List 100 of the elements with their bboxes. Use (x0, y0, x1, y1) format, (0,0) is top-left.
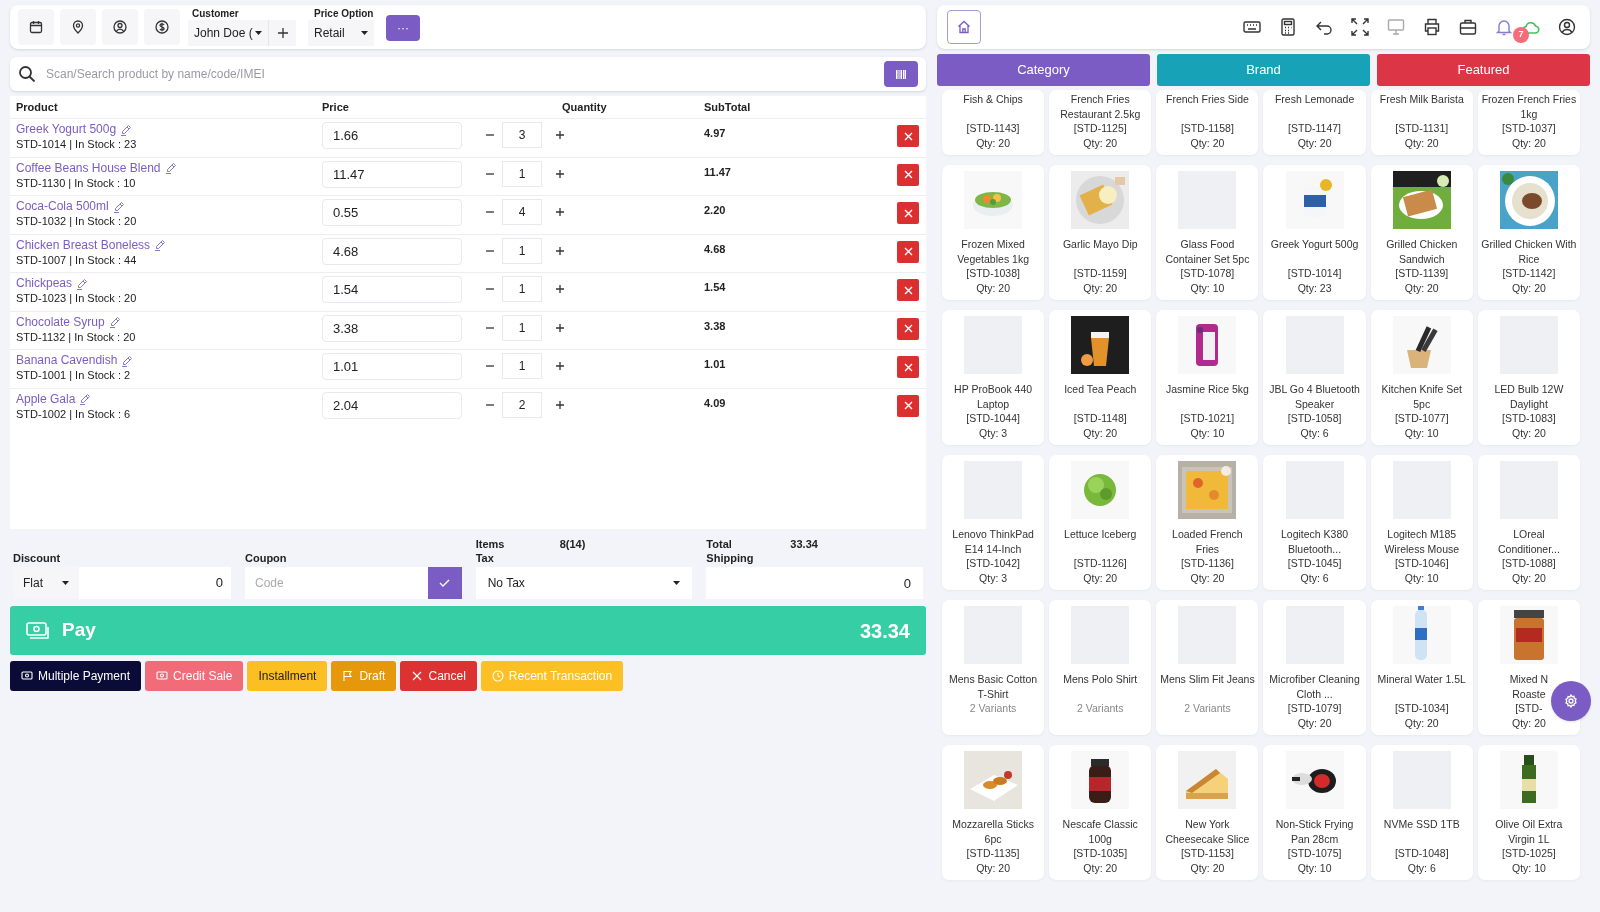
product-card[interactable]: Garlic Mayo Dip [STD-1159] Qty: 20 (1049, 165, 1152, 300)
product-card[interactable]: Iced Tea Peach [STD-1148] Qty: 20 (1049, 310, 1152, 445)
product-link[interactable]: Chickpeas (16, 276, 73, 291)
tab[interactable]: Featured (1377, 54, 1590, 86)
quantity-field[interactable]: 2 (502, 391, 542, 418)
product-card[interactable]: French Fries Side [STD-1158] Qty: 20 (1156, 90, 1259, 155)
tab[interactable]: Category (937, 54, 1150, 86)
more-button[interactable]: ··· (386, 15, 420, 41)
action-button[interactable]: Installment (247, 661, 328, 691)
discount-field[interactable]: 0 (79, 567, 231, 599)
product-card[interactable]: Mens Polo Shirt 2 Variants (1049, 600, 1152, 735)
remove-button[interactable] (897, 317, 919, 340)
price-field[interactable]: 4.68 (322, 237, 462, 265)
price-option-select[interactable]: Retail (308, 20, 374, 46)
customer-select[interactable]: John Doe ( (188, 20, 268, 46)
product-card[interactable]: Mixed N Roaste [STD- Qty: 20 (1477, 600, 1580, 735)
product-card[interactable]: Lenovo ThinkPad E14 14-Inch [STD-1042] Qty: 3 (942, 455, 1045, 590)
product-card[interactable]: Logitech K380 Bluetooth... [STD-1045] Qty: 6 (1263, 455, 1366, 590)
caret-icon (361, 31, 368, 35)
product-card[interactable]: Mineral Water 1.5L [STD-1034] Qty: 20 (1370, 600, 1473, 735)
quantity-field[interactable]: 1 (502, 276, 542, 302)
product-card[interactable]: Greek Yogurt 500g [STD-1014] Qty: 23 (1263, 165, 1366, 300)
apply-coupon-button[interactable] (427, 567, 462, 599)
product-card[interactable]: Mens Basic Cotton T-Shirt 2 Variants (942, 600, 1045, 735)
product-card[interactable]: Loaded French Fries [STD-1136] Qty: 20 (1156, 455, 1259, 590)
dollar-circle-button[interactable] (144, 9, 180, 45)
price-field[interactable]: 1.01 (322, 353, 462, 380)
action-button[interactable]: Cancel (400, 661, 477, 691)
price-field[interactable]: 11.47 (322, 160, 462, 188)
product-card[interactable]: Olive Oil Extra Virgin 1L [STD-1025] Qty: 10 (1477, 745, 1580, 880)
product-card[interactable]: Non-Stick Frying Pan 28cm [STD-1075] Qty: 10 (1263, 745, 1366, 880)
remove-button[interactable] (897, 125, 919, 147)
remove-button[interactable] (897, 163, 919, 186)
remove-button[interactable] (897, 356, 919, 378)
search-field[interactable]: Scan/Search product by name/code/IMEI (10, 57, 926, 91)
product-card[interactable]: LED Bulb 12W Daylight [STD-1083] Qty: 20 (1477, 310, 1580, 445)
product-card[interactable]: Frozen French Fries 1kg [STD-1037] Qty: 20 (1477, 90, 1580, 155)
keyboard-button[interactable] (1243, 18, 1261, 36)
quantity-field[interactable]: 1 (502, 314, 542, 341)
remove-button[interactable] (897, 394, 919, 417)
barcode-button[interactable] (884, 61, 918, 87)
product-card[interactable]: NVMe SSD 1TB [STD-1048] Qty: 6 (1370, 745, 1473, 880)
product-card[interactable]: Microfiber Cleaning Cloth ... [STD-1079] Qty: 20 (1263, 600, 1366, 735)
fullscreen-button[interactable] (1351, 18, 1369, 36)
home-button[interactable] (947, 10, 981, 44)
quantity-field[interactable]: 1 (502, 160, 542, 187)
remove-button[interactable] (897, 240, 919, 263)
printer-button[interactable] (1423, 18, 1441, 36)
product-link[interactable]: Greek Yogurt 500g (16, 122, 117, 137)
product-card[interactable]: Frozen Mixed Vegetables 1kg [STD-1038] Qty: 20 (942, 165, 1045, 300)
price-field[interactable]: 3.38 (322, 314, 462, 342)
product-card[interactable]: Nescafe Classic 100g [STD-1035] Qty: 20 (1049, 745, 1152, 880)
search-input[interactable]: Scan/Search product by name/code/IMEI (46, 65, 884, 83)
calendar-button[interactable] (18, 9, 54, 45)
product-card[interactable]: Kitchen Knife Set 5pc [STD-1077] Qty: 10 (1370, 310, 1473, 445)
product-card[interactable]: Fresh Lemonade [STD-1147] Qty: 20 (1263, 90, 1366, 155)
product-link[interactable]: Banana Cavendish (16, 353, 118, 368)
product-link[interactable]: Chocolate Syrup (16, 314, 105, 330)
product-card[interactable]: Grilled Chicken Sandwich [STD-1139] Qty: 20 (1370, 165, 1473, 300)
coupon-field[interactable]: Code (245, 567, 428, 599)
price-field[interactable]: 2.04 (322, 391, 462, 419)
shipping-field[interactable]: 0 (706, 567, 923, 599)
profile-button[interactable] (1558, 18, 1576, 36)
briefcase-button[interactable] (1459, 18, 1477, 36)
product-link[interactable]: Chicken Breast Boneless (16, 237, 151, 253)
add-customer-button[interactable] (268, 20, 296, 46)
product-link[interactable]: Apple Gala (16, 391, 76, 407)
product-card[interactable]: Fresh Milk Barista [STD-1131] Qty: 20 (1370, 90, 1473, 155)
product-link[interactable]: Coffee Beans House Blend (16, 160, 161, 176)
price-field[interactable]: 1.66 (322, 122, 462, 149)
quantity-field[interactable]: 3 (502, 122, 542, 148)
location-pin-button[interactable] (60, 9, 96, 45)
product-card[interactable]: LOreal Conditioner... [STD-1088] Qty: 20 (1477, 455, 1580, 590)
product-card[interactable]: French Fries Restaurant 2.5kg [STD-1125] Qty: 20 (1049, 90, 1152, 155)
action-button[interactable]: Multiple Payment (10, 661, 142, 691)
remove-button[interactable] (897, 202, 919, 224)
quantity-field[interactable]: 1 (502, 237, 542, 264)
tax-select[interactable]: No Tax (475, 567, 693, 599)
product-card[interactable]: Glass Food Container Set 5pc [STD-1078] Qty: 10 (1156, 165, 1259, 300)
quantity-field[interactable]: 4 (502, 199, 542, 225)
product-card[interactable]: Logitech M185 Wireless Mouse [STD-1046] Qty: 10 (1370, 455, 1473, 590)
product-card[interactable]: Grilled Chicken With Rice [STD-1142] Qty: 20 (1477, 165, 1580, 300)
product-card[interactable]: Mozzarella Sticks 6pc [STD-1135] Qty: 20 (942, 745, 1045, 880)
notifications-button[interactable] (1495, 18, 1513, 36)
product-meta: STD-1023 | In Stock : 20 (16, 291, 138, 306)
calculator-button[interactable] (1279, 18, 1297, 36)
product-card[interactable]: Mens Slim Fit Jeans 2 Variants (1156, 600, 1259, 735)
product-card[interactable]: Jasmine Rice 5kg [STD-1021] Qty: 10 (1156, 310, 1259, 445)
remove-button[interactable] (897, 279, 919, 301)
product-card[interactable]: JBL Go 4 Bluetooth Speaker [STD-1058] Qty: 6 (1263, 310, 1366, 445)
product-card[interactable]: New York Cheesecake Slice [STD-1153] Qty: 20 (1156, 745, 1259, 880)
product-card[interactable]: HP ProBook 440 Laptop [STD-1044] Qty: 3 (942, 310, 1045, 445)
quantity-field[interactable]: 1 (502, 353, 542, 379)
product-card[interactable]: Lettuce Iceberg [STD-1126] Qty: 20 (1049, 455, 1152, 590)
product-link[interactable]: Coca-Cola 500ml (16, 199, 109, 214)
settings-button[interactable] (1551, 681, 1591, 721)
user-circle-button[interactable] (102, 9, 138, 45)
price-field[interactable]: 1.54 (322, 276, 462, 303)
price-field[interactable]: 0.55 (322, 199, 462, 226)
product-card[interactable]: Fish & Chips [STD-1143] Qty: 20 (942, 90, 1045, 155)
